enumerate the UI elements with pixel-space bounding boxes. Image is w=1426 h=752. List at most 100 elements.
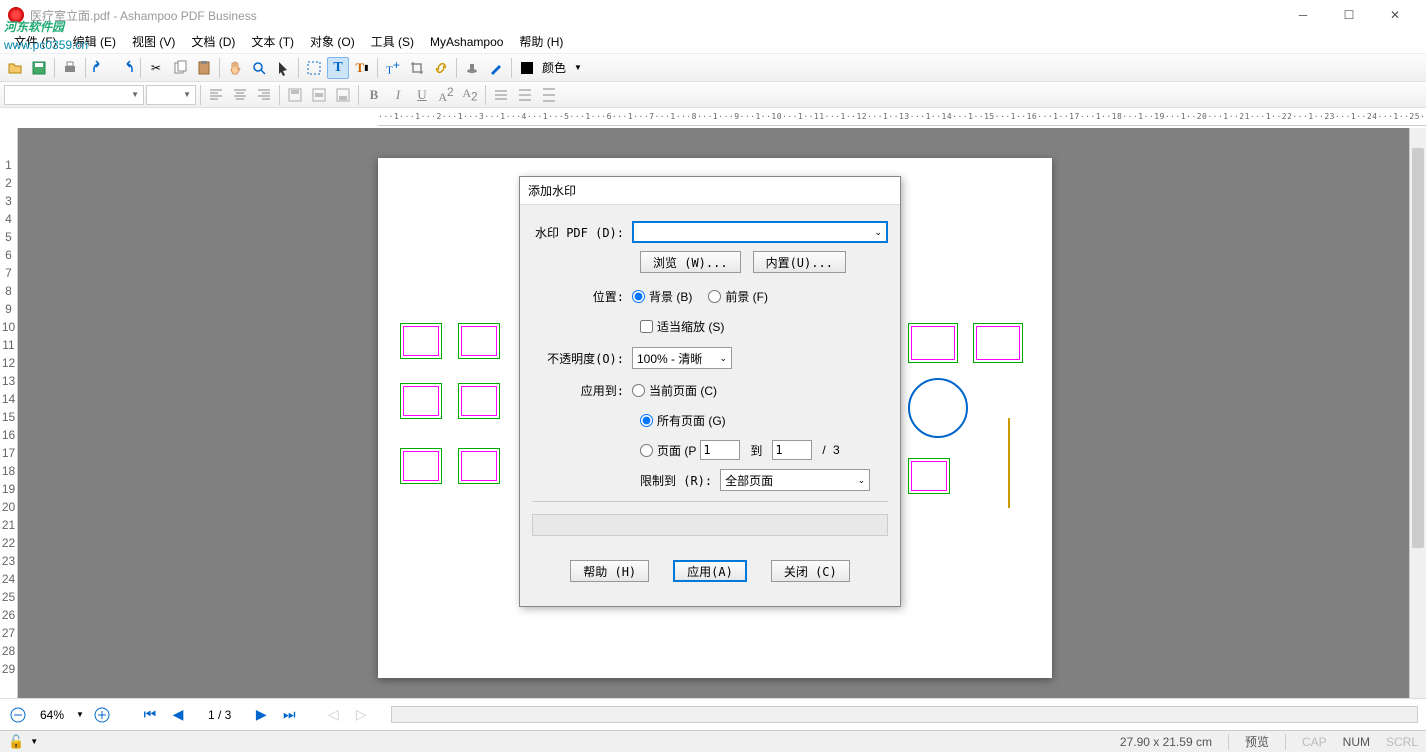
scrollbar-vertical[interactable] bbox=[1409, 128, 1426, 698]
italic-icon[interactable]: I bbox=[387, 84, 409, 106]
save-icon[interactable] bbox=[28, 57, 50, 79]
menu-text[interactable]: 文本 (T) bbox=[245, 31, 300, 52]
font-family-combo[interactable]: ▼ bbox=[4, 85, 144, 105]
lock-dropdown-arrow[interactable]: ▼ bbox=[30, 737, 38, 746]
close-button[interactable]: ✕ bbox=[1372, 0, 1418, 30]
format-toolbar: ▼ ▼ B I U A2 A2 bbox=[0, 82, 1426, 108]
opacity-select[interactable]: 100% - 清晰⌄ bbox=[632, 347, 732, 369]
back-button[interactable]: ◁ bbox=[323, 705, 343, 725]
open-icon[interactable] bbox=[4, 57, 26, 79]
close-dialog-button[interactable]: 关闭 (C) bbox=[771, 560, 850, 582]
text-field-icon[interactable]: T▮ bbox=[351, 57, 373, 79]
limit-to-select[interactable]: 全部页面⌄ bbox=[720, 469, 870, 491]
subscript-icon[interactable]: A2 bbox=[459, 84, 481, 106]
zoom-dropdown-arrow[interactable]: ▼ bbox=[76, 710, 84, 719]
scrollbar-horizontal[interactable] bbox=[391, 706, 1418, 723]
watermark-pdf-label: 水印 PDF (D): bbox=[532, 224, 632, 241]
pen-icon[interactable] bbox=[485, 57, 507, 79]
zoom-icon[interactable] bbox=[248, 57, 270, 79]
builtin-button[interactable]: 内置(U)... bbox=[753, 251, 846, 273]
stamp-icon[interactable] bbox=[461, 57, 483, 79]
apply-button[interactable]: 应用(A) bbox=[673, 560, 747, 582]
watermark-pdf-combo[interactable]: ⌄ bbox=[632, 221, 888, 243]
pointer-icon[interactable] bbox=[272, 57, 294, 79]
line-spacing-1-icon[interactable] bbox=[490, 84, 512, 106]
color-swatch-icon[interactable] bbox=[516, 57, 538, 79]
menu-edit[interactable]: 编辑 (E) bbox=[67, 31, 122, 52]
crop-icon[interactable] bbox=[406, 57, 428, 79]
navigation-bar: 64% ▼ ⏮ ◀ 1 / 3 ▶ ⏭ ◁ ▷ bbox=[0, 698, 1426, 730]
color-label: 颜色 bbox=[540, 59, 568, 76]
browse-button[interactable]: 浏览 (W)... bbox=[640, 251, 741, 273]
opacity-label: 不透明度(O): bbox=[532, 350, 632, 367]
color-dropdown-arrow[interactable]: ▼ bbox=[570, 63, 586, 72]
last-page-button[interactable]: ⏭ bbox=[279, 705, 299, 725]
align-left-icon[interactable] bbox=[205, 84, 227, 106]
help-button[interactable]: 帮助 (H) bbox=[570, 560, 649, 582]
forward-button[interactable]: ▷ bbox=[351, 705, 371, 725]
zoom-out-button[interactable] bbox=[8, 705, 28, 725]
align-center-icon[interactable] bbox=[229, 84, 251, 106]
bold-icon[interactable]: B bbox=[363, 84, 385, 106]
main-toolbar: ✂ T T▮ T+ 颜色 ▼ bbox=[0, 54, 1426, 82]
lock-icon: 🔓 bbox=[8, 734, 24, 750]
valign-middle-icon[interactable] bbox=[308, 84, 330, 106]
ruler-vertical: 1234567891011121314151617181920212223242… bbox=[0, 128, 18, 698]
page-indicator: 1 / 3 bbox=[196, 708, 243, 722]
cut-icon[interactable]: ✂ bbox=[145, 57, 167, 79]
ruler-horizontal: ···1···1···2···1···3···1···4···1···5···1… bbox=[378, 108, 1426, 126]
current-page-radio[interactable]: 当前页面 (C) bbox=[632, 382, 717, 399]
menu-help[interactable]: 帮助 (H) bbox=[513, 31, 569, 52]
maximize-button[interactable]: ☐ bbox=[1326, 0, 1372, 30]
line-spacing-3-icon[interactable] bbox=[538, 84, 560, 106]
menu-bar: 文件 (F) 编辑 (E) 视图 (V) 文档 (D) 文本 (T) 对象 (O… bbox=[0, 30, 1426, 54]
menu-tools[interactable]: 工具 (S) bbox=[365, 31, 420, 52]
superscript-icon[interactable]: A2 bbox=[435, 84, 457, 106]
zoom-value: 64% bbox=[36, 708, 68, 722]
redo-icon[interactable] bbox=[114, 57, 136, 79]
all-pages-radio[interactable]: 所有页面 (G) bbox=[640, 412, 726, 429]
undo-icon[interactable] bbox=[90, 57, 112, 79]
first-page-button[interactable]: ⏮ bbox=[140, 705, 160, 725]
copy-icon[interactable] bbox=[169, 57, 191, 79]
menu-document[interactable]: 文档 (D) bbox=[185, 31, 241, 52]
select-object-icon[interactable] bbox=[303, 57, 325, 79]
status-preview: 预览 bbox=[1245, 733, 1269, 750]
dialog-title: 添加水印 bbox=[520, 177, 900, 205]
paste-icon[interactable] bbox=[193, 57, 215, 79]
link-icon[interactable] bbox=[430, 57, 452, 79]
status-scrl: SCRL bbox=[1386, 735, 1418, 749]
text-box-icon[interactable]: T+ bbox=[382, 57, 404, 79]
status-dimensions: 27.90 x 21.59 cm bbox=[1120, 735, 1212, 749]
page-to-input[interactable]: 1 bbox=[772, 440, 812, 460]
menu-view[interactable]: 视图 (V) bbox=[126, 31, 181, 52]
text-tool-icon[interactable]: T bbox=[327, 57, 349, 79]
apply-to-label: 应用到: bbox=[532, 382, 632, 399]
prev-page-button[interactable]: ◀ bbox=[168, 705, 188, 725]
window-title: 医疗室立面.pdf - Ashampoo PDF Business bbox=[30, 7, 1280, 24]
menu-myashampoo[interactable]: MyAshampoo bbox=[424, 33, 509, 51]
status-cap: CAP bbox=[1302, 735, 1327, 749]
foreground-radio[interactable]: 前景 (F) bbox=[708, 288, 768, 305]
valign-top-icon[interactable] bbox=[284, 84, 306, 106]
font-size-combo[interactable]: ▼ bbox=[146, 85, 196, 105]
fit-scale-checkbox[interactable]: 适当缩放 (S) bbox=[640, 318, 724, 335]
line-spacing-2-icon[interactable] bbox=[514, 84, 536, 106]
position-label: 位置: bbox=[532, 288, 632, 305]
add-watermark-dialog: 添加水印 水印 PDF (D): ⌄ 浏览 (W)... 内置(U)... 位置… bbox=[519, 176, 901, 607]
limit-to-label: 限制到 (R): bbox=[640, 472, 712, 489]
align-right-icon[interactable] bbox=[253, 84, 275, 106]
title-bar: 医疗室立面.pdf - Ashampoo PDF Business ─ ☐ ✕ bbox=[0, 0, 1426, 30]
hand-icon[interactable] bbox=[224, 57, 246, 79]
print-icon[interactable] bbox=[59, 57, 81, 79]
page-range-radio[interactable]: 页面 (P bbox=[640, 442, 696, 459]
minimize-button[interactable]: ─ bbox=[1280, 0, 1326, 30]
page-from-input[interactable]: 1 bbox=[700, 440, 740, 460]
next-page-button[interactable]: ▶ bbox=[251, 705, 271, 725]
menu-file[interactable]: 文件 (F) bbox=[8, 31, 63, 52]
zoom-in-button[interactable] bbox=[92, 705, 112, 725]
menu-object[interactable]: 对象 (O) bbox=[304, 31, 361, 52]
underline-icon[interactable]: U bbox=[411, 84, 433, 106]
valign-bottom-icon[interactable] bbox=[332, 84, 354, 106]
background-radio[interactable]: 背景 (B) bbox=[632, 288, 692, 305]
